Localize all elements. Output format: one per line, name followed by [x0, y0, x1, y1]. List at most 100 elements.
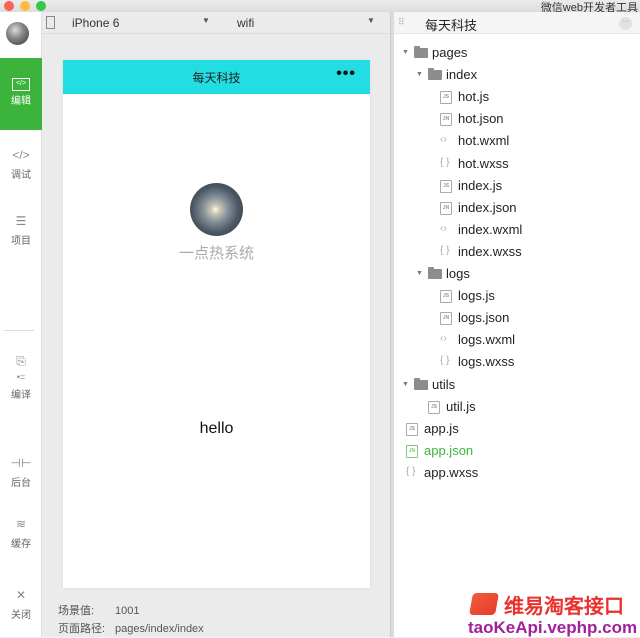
- device-icon[interactable]: [46, 16, 55, 29]
- sidebar-item-debug[interactable]: </> 调试: [0, 146, 42, 181]
- tree-item-name: hot.json: [458, 111, 504, 127]
- menu-lines-icon: ☰: [15, 214, 27, 228]
- tree-folder[interactable]: ▼ index: [394, 65, 640, 87]
- sidebar-item-close[interactable]: ✕ 关闭: [0, 586, 42, 621]
- tree-file[interactable]: JS hot.js: [394, 87, 640, 109]
- watermark-url: taoKeApi.vephp.com: [468, 618, 638, 637]
- folder-icon: [414, 46, 428, 58]
- tree-folder[interactable]: ▼ logs: [394, 264, 640, 286]
- tree-file[interactable]: JS index.js: [394, 176, 640, 198]
- more-options-button[interactable]: ···: [619, 17, 632, 30]
- sidebar-item-label: 关闭: [11, 610, 31, 621]
- code-brackets-icon: </>: [12, 148, 30, 162]
- layers-icon: ≋: [15, 517, 27, 531]
- phone-nav-title: 每天科技: [192, 71, 241, 85]
- sidebar-item-label: 后台: [11, 478, 31, 489]
- wxss-file-icon: { }: [406, 465, 416, 477]
- json-file-icon: JN: [406, 444, 418, 458]
- sidebar-item-cache[interactable]: ≋ 缓存: [0, 515, 42, 550]
- chevron-down-icon[interactable]: ▼: [416, 270, 423, 277]
- json-file-icon: JN: [440, 113, 452, 127]
- backend-icon: ⊣⊢: [10, 456, 32, 470]
- tree-item-name: index.wxml: [458, 221, 523, 237]
- user-avatar-image[interactable]: [190, 183, 243, 236]
- chevron-down-icon[interactable]: ▼: [402, 49, 409, 56]
- sidebar-item-label: 编辑: [11, 96, 31, 107]
- network-select[interactable]: wifi: [237, 16, 254, 30]
- wxml-file-icon: ‹›: [440, 333, 447, 345]
- tree-file[interactable]: JN app.json: [394, 441, 640, 463]
- user-avatar[interactable]: [6, 22, 29, 45]
- tree-file[interactable]: JS app.js: [394, 419, 640, 441]
- json-file-icon: JN: [440, 201, 452, 215]
- chevron-down-icon[interactable]: ▼: [416, 71, 423, 78]
- tree-file[interactable]: JN hot.json: [394, 109, 640, 131]
- scene-value: 1001: [115, 605, 140, 617]
- sidebar-item-edit[interactable]: </> 编辑: [0, 58, 42, 130]
- tree-item-name: pages: [432, 45, 468, 60]
- page-path-label: 页面路径:: [58, 623, 106, 635]
- phone-navigation-bar: 每天科技 •••: [63, 60, 370, 94]
- tree-folder[interactable]: ▼ pages: [394, 43, 640, 65]
- js-file-icon: JS: [428, 400, 440, 414]
- tree-folder[interactable]: ▼ utils: [394, 375, 640, 397]
- chevron-down-icon[interactable]: ▼: [367, 16, 375, 25]
- code-box-icon: </>: [0, 72, 42, 91]
- tree-item-name: app.wxss: [424, 464, 479, 480]
- tree-file[interactable]: ‹› index.wxml: [394, 220, 640, 242]
- js-file-icon: JS: [406, 422, 418, 436]
- sidebar-item-backend[interactable]: ⊣⊢ 后台: [0, 454, 42, 489]
- sidebar-item-project[interactable]: ☰ 项目: [0, 212, 42, 247]
- scene-label: 场景值:: [58, 605, 95, 617]
- tree-item-name: index.json: [458, 199, 517, 215]
- tree-item-name: logs.wxss: [458, 354, 515, 370]
- tree-file[interactable]: { } index.wxss: [394, 242, 640, 264]
- tree-item-name: utils: [432, 376, 456, 392]
- js-file-icon: JS: [440, 179, 452, 193]
- tree-item-name: hot.js: [458, 89, 490, 105]
- chevron-down-icon[interactable]: ▼: [402, 381, 409, 388]
- sidebar-item-label: 项目: [11, 236, 31, 247]
- wxss-file-icon: { }: [440, 355, 450, 367]
- window-maximize-button[interactable]: [36, 1, 46, 11]
- tree-file[interactable]: { } hot.wxss: [394, 154, 640, 176]
- device-select[interactable]: iPhone 6: [72, 16, 119, 30]
- tree-item-name: hot.wxml: [458, 133, 510, 149]
- simulator-area: 每天科技 ••• 一点热系统 hello 场景值: 1001 页面路径: pages…: [42, 34, 390, 637]
- tree-file[interactable]: ‹› hot.wxml: [394, 131, 640, 153]
- tree-file[interactable]: JS util.js: [394, 397, 640, 419]
- tree-file[interactable]: JN logs.json: [394, 308, 640, 330]
- tree-file[interactable]: { } app.wxss: [394, 463, 640, 485]
- tree-file[interactable]: { } logs.wxss: [394, 352, 640, 374]
- tree-item-name: index: [446, 67, 478, 83]
- wxml-file-icon: ‹›: [440, 222, 447, 234]
- page-path-status: 页面路径: pages/index/index: [58, 620, 204, 636]
- window-minimize-button[interactable]: [20, 1, 30, 11]
- tree-file[interactable]: ‹› logs.wxml: [394, 330, 640, 352]
- chevron-down-icon[interactable]: ▼: [202, 16, 210, 25]
- tree-structure-icon[interactable]: ⠿: [398, 17, 408, 29]
- tree-file[interactable]: JS logs.js: [394, 286, 640, 308]
- tree-item-name: app.js: [424, 420, 459, 436]
- sidebar-item-label: 缓存: [11, 539, 31, 550]
- user-nickname: 一点热系统: [178, 245, 254, 262]
- more-icon[interactable]: •••: [336, 65, 356, 83]
- tree-item-name: logs.js: [458, 288, 495, 304]
- watermark-brand: 维易淘客接口: [504, 596, 624, 618]
- file-tree-header: ⠿ 每天科技 ···: [394, 12, 640, 34]
- json-file-icon: JN: [440, 312, 452, 326]
- page-path-value: pages/index/index: [115, 623, 204, 635]
- tree-file[interactable]: JN index.json: [394, 198, 640, 220]
- compile-icon: ⎘: [16, 354, 26, 368]
- motto-text[interactable]: hello: [63, 420, 370, 438]
- tree-item-name: hot.wxss: [458, 155, 509, 171]
- file-tree-panel: ⠿ 每天科技 ··· ▼ pages ▼ index JS hot.js JN hot.jso…: [394, 12, 640, 637]
- wxss-file-icon: { }: [440, 244, 450, 256]
- project-name: 每天科技: [425, 18, 478, 33]
- sidebar-item-compile[interactable]: ⎘ •= 编译: [0, 352, 42, 401]
- scene-status: 场景值: 1001: [58, 602, 139, 618]
- compile-mode-icon: •=: [16, 372, 26, 382]
- tree-item-name: index.js: [458, 177, 503, 193]
- folder-icon: [414, 377, 428, 390]
- window-close-button[interactable]: [4, 1, 14, 11]
